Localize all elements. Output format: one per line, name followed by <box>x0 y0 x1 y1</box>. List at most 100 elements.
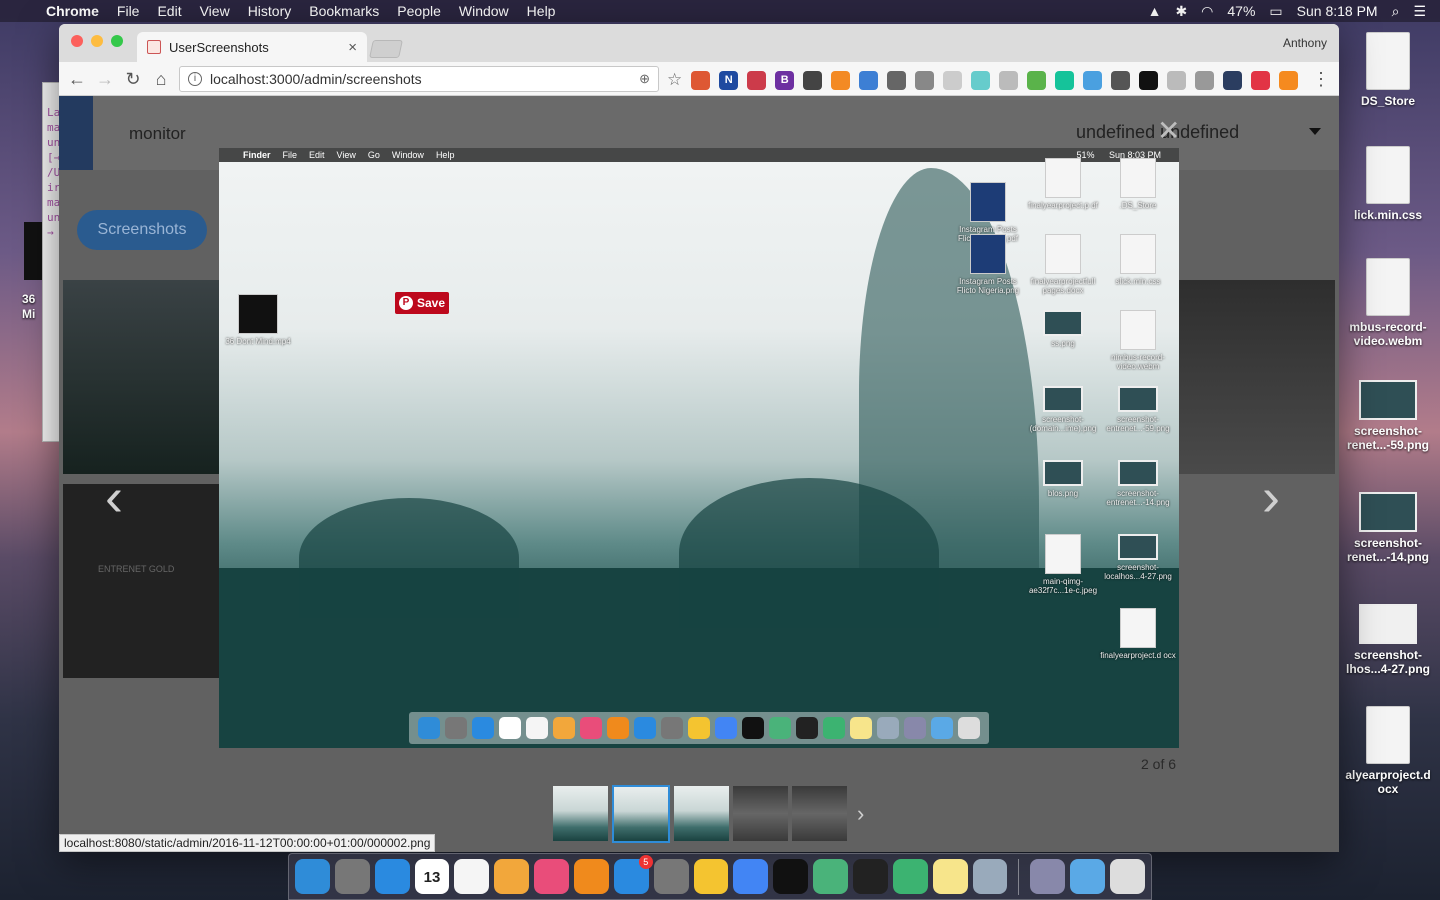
puzzle-icon[interactable] <box>1027 70 1047 90</box>
dock-itunes-icon[interactable] <box>534 859 570 894</box>
desktop-icon-screenshot-27[interactable]: screenshot-lhos...4-27.png <box>1336 604 1440 676</box>
compass-icon[interactable] <box>999 70 1019 90</box>
forward-arrow-icon[interactable]: → <box>95 69 115 90</box>
dock-terminal-icon[interactable] <box>773 859 809 894</box>
dock-notes-icon[interactable] <box>932 859 968 894</box>
grey-box-icon[interactable] <box>1167 70 1187 90</box>
home-icon[interactable]: ⌂ <box>151 69 171 90</box>
dock-atom-icon[interactable] <box>813 859 849 894</box>
lightbox-close-icon[interactable]: ✕ <box>1157 114 1180 147</box>
spotlight-icon[interactable]: ⌕ <box>1392 3 1400 20</box>
dock-bulb-icon[interactable] <box>693 859 729 894</box>
drive-icon[interactable]: ▲ <box>1148 3 1162 19</box>
clock[interactable]: Sun 8:18 PM <box>1297 3 1378 19</box>
zoom-window-button[interactable] <box>111 35 123 47</box>
menubar-file[interactable]: File <box>117 3 140 19</box>
dock-calendar-icon[interactable]: 13 <box>414 859 450 894</box>
lightbox-prev-icon[interactable]: ‹ <box>105 466 123 528</box>
desktop-icon-docx[interactable]: alyearproject.d ocx <box>1336 706 1440 796</box>
arrow-icon[interactable] <box>1083 70 1103 90</box>
dock-ibooks-icon[interactable] <box>574 859 609 894</box>
close-window-button[interactable] <box>71 35 83 47</box>
bluetooth-icon[interactable]: ✱ <box>1175 3 1187 20</box>
desktop-icon-screenshot-59[interactable]: screenshot-renet...-59.png <box>1336 380 1440 452</box>
dock-sourcetree-icon[interactable] <box>892 859 928 894</box>
thumbnail-1[interactable] <box>553 786 608 841</box>
photo-icon[interactable] <box>1223 70 1243 90</box>
tab-close-icon[interactable]: × <box>348 39 357 56</box>
menubar-app-name[interactable]: Chrome <box>46 3 99 19</box>
dock-reminders-icon[interactable] <box>454 859 490 894</box>
notification-center-icon[interactable]: ☰ <box>1413 3 1426 20</box>
menubar-edit[interactable]: Edit <box>157 3 181 19</box>
dock-finder-icon[interactable] <box>295 859 330 894</box>
reload-icon[interactable]: ↻ <box>123 69 143 90</box>
screenshots-button[interactable]: Screenshots <box>77 210 207 250</box>
captured-desktop-icon: finalyearproject.d ocx <box>1099 608 1177 660</box>
background-screenshot-card[interactable] <box>1177 280 1335 474</box>
profile-name[interactable]: Anthony <box>1283 36 1327 50</box>
desktop-icon-screenshot-14[interactable]: screenshot-renet...-14.png <box>1336 492 1440 564</box>
thumbnail-3[interactable] <box>674 786 729 841</box>
dock-trash-icon[interactable] <box>1110 859 1146 894</box>
bug-icon[interactable] <box>915 70 935 90</box>
new-tab-button[interactable] <box>369 40 403 58</box>
pin-icon[interactable] <box>747 70 767 90</box>
shield-icon[interactable] <box>887 70 907 90</box>
bookmark-star-icon[interactable]: ☆ <box>667 70 682 90</box>
dock-folder-icon[interactable] <box>1070 859 1106 894</box>
dock-system-preferences-icon[interactable] <box>653 859 689 894</box>
thumbnails-next-icon[interactable]: › <box>857 786 864 843</box>
zoom-icon[interactable]: ⊕ <box>639 71 650 87</box>
pinterest-save-button[interactable]: P Save <box>395 292 449 314</box>
battery-percent[interactable]: 47% <box>1227 3 1255 19</box>
dock-photos-icon[interactable] <box>494 859 530 894</box>
menubar-bookmarks[interactable]: Bookmarks <box>309 3 379 19</box>
dock-chrome-icon[interactable] <box>733 859 769 894</box>
site-info-icon[interactable]: i <box>188 72 202 86</box>
lightbox-next-icon[interactable]: › <box>1262 466 1280 528</box>
duckduckgo-icon[interactable] <box>691 70 711 90</box>
desktop-icon-slick-css[interactable]: lick.min.css <box>1336 146 1440 222</box>
menubar-people[interactable]: People <box>397 3 441 19</box>
menubar-view[interactable]: View <box>200 3 230 19</box>
menubar-window[interactable]: Window <box>459 3 509 19</box>
desktop-icon-webm[interactable]: mbus-record-video.webm <box>1336 258 1440 348</box>
wifi-icon[interactable]: ◠ <box>1201 3 1213 20</box>
code-icon[interactable] <box>1139 70 1159 90</box>
h-icon[interactable] <box>1279 70 1299 90</box>
dock-tools-icon[interactable] <box>1030 859 1066 894</box>
desktop-icon-ds-store[interactable]: DS_Store <box>1336 32 1440 108</box>
b-icon[interactable]: B <box>775 70 795 90</box>
mail-icon[interactable] <box>1111 70 1131 90</box>
menubar-history[interactable]: History <box>248 3 292 19</box>
dock-launchpad-icon[interactable] <box>334 859 370 894</box>
thumbnail-2[interactable] <box>612 785 670 843</box>
captured-menu-item: View <box>336 150 356 160</box>
address-bar[interactable]: i localhost:3000/admin/screenshots ⊕ <box>179 66 659 92</box>
pocket-icon[interactable] <box>803 70 823 90</box>
color-wheel-icon[interactable] <box>971 70 991 90</box>
background-screenshot-card[interactable]: ENTRENET GOLD <box>63 484 223 678</box>
dock-appstore-icon[interactable]: 5 <box>613 855 653 894</box>
pinterest-icon[interactable] <box>1251 70 1271 90</box>
user-dropdown-caret-icon[interactable] <box>1309 128 1321 135</box>
chrome-menu-icon[interactable]: ⋮ <box>1311 69 1331 90</box>
dock-safari-icon[interactable] <box>374 859 410 894</box>
orange-circle-icon[interactable] <box>831 70 851 90</box>
grammarly-icon[interactable] <box>1055 70 1075 90</box>
menubar-help[interactable]: Help <box>527 3 556 19</box>
n-icon[interactable]: N <box>719 70 739 90</box>
brand-title[interactable]: monitor <box>129 124 186 144</box>
dock-iterm-icon[interactable] <box>853 859 888 894</box>
dock-preview-icon[interactable] <box>972 859 1008 894</box>
grid-icon[interactable] <box>943 70 963 90</box>
c-icon[interactable] <box>1195 70 1215 90</box>
thumbnail-4[interactable] <box>733 786 788 841</box>
minimize-window-button[interactable] <box>91 35 103 47</box>
tab-userscreenshots[interactable]: UserScreenshots × <box>137 32 367 62</box>
back-arrow-icon[interactable]: ← <box>67 69 87 90</box>
background-screenshot-card[interactable] <box>63 280 223 474</box>
html5-icon[interactable] <box>859 70 879 90</box>
thumbnail-5[interactable] <box>792 786 847 841</box>
